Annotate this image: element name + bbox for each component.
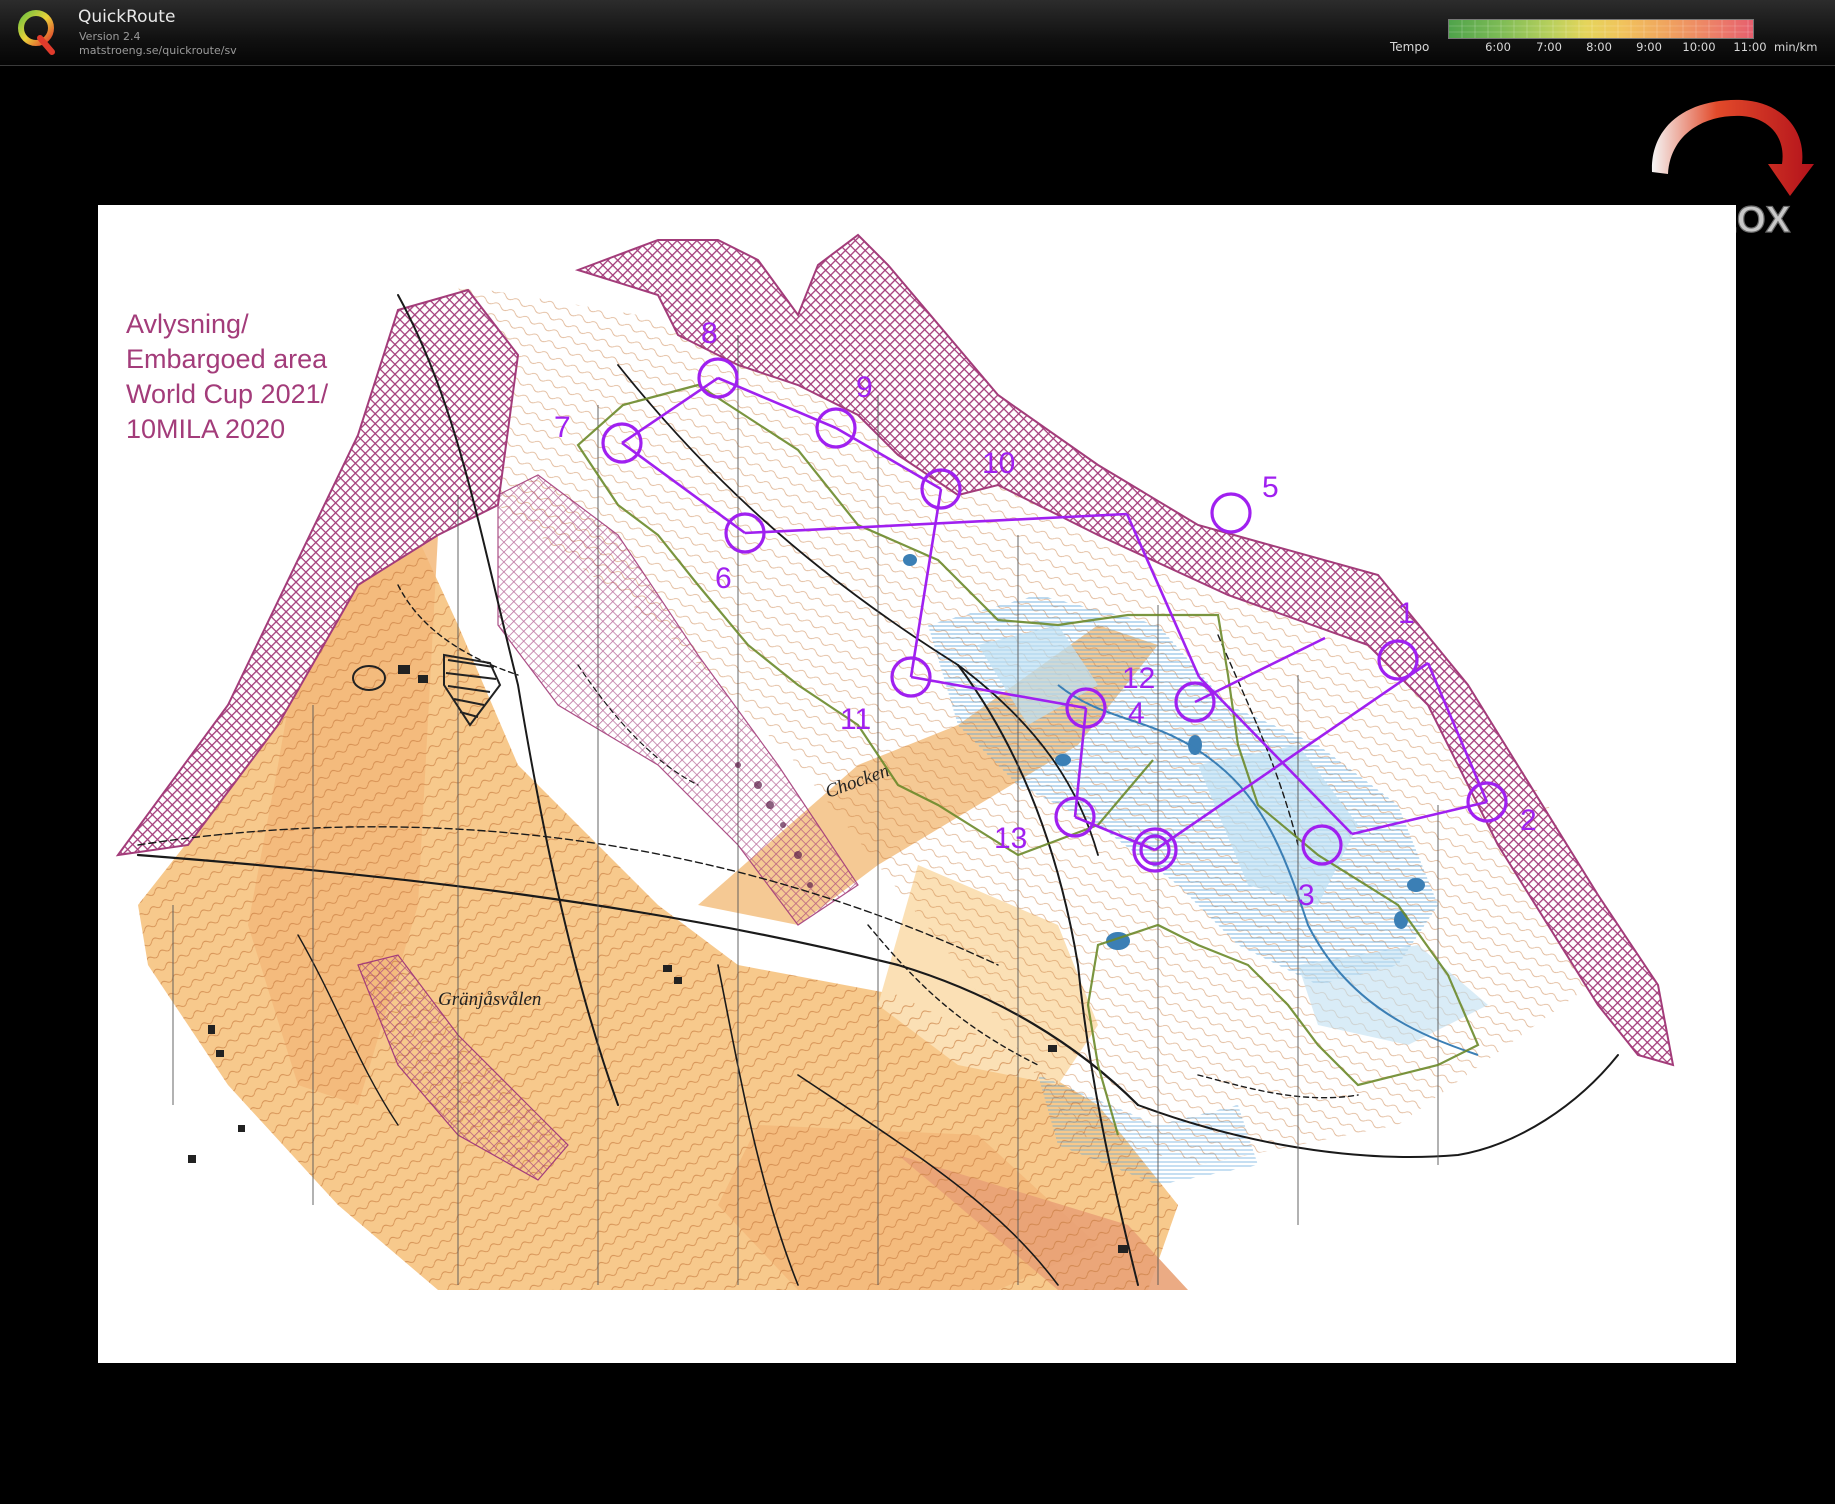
livelox-arrow-icon bbox=[1651, 99, 1814, 196]
svg-text:10MILA 2020: 10MILA 2020 bbox=[126, 414, 285, 444]
control-label-4: 4 bbox=[1128, 697, 1145, 730]
control-label-2: 2 bbox=[1520, 804, 1537, 837]
app-url: matstroeng.se/quickroute/sv bbox=[79, 44, 237, 57]
control-label-5: 5 bbox=[1262, 471, 1279, 504]
control-label-9: 9 bbox=[856, 371, 873, 404]
tempo-tick: 9:00 bbox=[1636, 40, 1662, 54]
control-label-11: 11 bbox=[840, 703, 871, 736]
control-label-10: 10 bbox=[982, 447, 1015, 480]
control-label-7: 7 bbox=[554, 411, 571, 444]
quickroute-q-logo bbox=[18, 10, 55, 55]
place-name-granjasvalen: Gränjåsvålen bbox=[438, 989, 541, 1010]
map-canvas[interactable]: Gränjåsvålen Chocken Avlysning/ Embargoe… bbox=[98, 205, 1736, 1363]
control-label-13: 13 bbox=[994, 822, 1027, 855]
control-label-12: 12 bbox=[1122, 662, 1155, 695]
control-label-6: 6 bbox=[715, 562, 732, 595]
tempo-color-scale bbox=[1448, 19, 1754, 39]
tempo-tick: 8:00 bbox=[1586, 40, 1612, 54]
app-title: QuickRoute bbox=[78, 7, 176, 27]
tempo-tick: 7:00 bbox=[1536, 40, 1562, 54]
tempo-tick: 10:00 bbox=[1682, 40, 1716, 54]
tempo-tick: 11:00 bbox=[1733, 40, 1767, 54]
tempo-legend-label: Tempo bbox=[1390, 40, 1430, 54]
control-circle-5 bbox=[1210, 492, 1252, 534]
tempo-tick: 6:00 bbox=[1485, 40, 1511, 54]
control-label-8: 8 bbox=[701, 317, 718, 350]
control-label-3: 3 bbox=[1298, 879, 1315, 912]
svg-text:World Cup 2021/: World Cup 2021/ bbox=[126, 379, 329, 409]
embargo-note: Avlysning/ Embargoed area World Cup 2021… bbox=[126, 309, 329, 444]
svg-text:Embargoed area: Embargoed area bbox=[126, 344, 328, 374]
control-label-1: 1 bbox=[1398, 597, 1415, 630]
tempo-unit: min/km bbox=[1774, 40, 1818, 54]
svg-text:Avlysning/: Avlysning/ bbox=[126, 309, 249, 339]
app-header: QuickRoute Version 2.4 matstroeng.se/qui… bbox=[0, 0, 1835, 66]
orienteering-map[interactable]: Gränjåsvålen Chocken Avlysning/ Embargoe… bbox=[98, 205, 1736, 1363]
app-version: Version 2.4 bbox=[79, 30, 141, 43]
